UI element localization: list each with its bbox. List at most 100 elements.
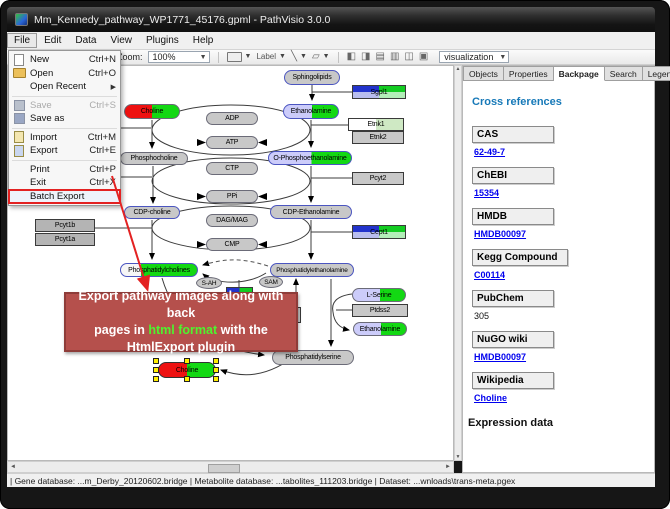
xref-header-wikipedia: Wikipedia	[472, 372, 554, 389]
align-center-y-button[interactable]: ◨	[361, 52, 370, 62]
line-tool-button[interactable]: ╲ ▼	[291, 52, 307, 62]
import-icon	[12, 132, 26, 143]
menu-help[interactable]: Help	[186, 33, 221, 48]
menu-item-export[interactable]: ExportCtrl+E	[9, 144, 120, 158]
menu-item-new[interactable]: NewCtrl+N	[9, 53, 120, 67]
tab-search[interactable]: Search	[605, 66, 643, 81]
callout-line-3: HtmlExport plugin	[127, 339, 235, 356]
side-panel-tabs: Objects Properties Backpage Search Legen…	[463, 66, 654, 81]
node-atp[interactable]: ATP	[206, 136, 258, 149]
xref-link-hmdb[interactable]: HMDB00097	[474, 229, 526, 239]
selection-handle[interactable]	[153, 358, 159, 364]
tab-objects[interactable]: Objects	[463, 66, 504, 81]
tab-properties[interactable]: Properties	[504, 66, 554, 81]
scroll-right-icon[interactable]: ►	[445, 464, 451, 470]
xref-header-nugo: NuGO wiki	[472, 331, 554, 348]
gene-box-cept1[interactable]: Cept1	[352, 225, 406, 239]
node-phosphocholine[interactable]: Phosphocholine	[120, 152, 188, 165]
xref-link-wikipedia[interactable]: Choline	[474, 393, 507, 403]
scroll-down-icon[interactable]: ▼	[456, 454, 461, 460]
scroll-up-icon[interactable]: ▲	[456, 66, 461, 72]
expression-data-heading: Expression data	[468, 417, 651, 429]
scroll-left-icon[interactable]: ◄	[10, 464, 16, 470]
xref-link-cas[interactable]: 62-49-7	[474, 147, 505, 157]
canvas-horizontal-scrollbar[interactable]: ◄ ►	[7, 461, 454, 473]
xref-link-kegg[interactable]: C00114	[474, 270, 505, 280]
gene-box-ptdss2[interactable]: Ptdss2	[352, 304, 408, 317]
common-height-button[interactable]: ▣	[419, 52, 428, 62]
selection-handle[interactable]	[184, 358, 190, 364]
node-adp[interactable]: ADP	[206, 112, 258, 125]
app-icon	[15, 13, 28, 26]
title-bar[interactable]: Mm_Kennedy_pathway_WP1771_45176.gpml - P…	[7, 7, 655, 32]
canvas-vertical-scrollbar[interactable]: ▲ ▼	[454, 65, 462, 461]
menu-item-save-as[interactable]: Save as	[9, 112, 120, 126]
menu-plugins[interactable]: Plugins	[139, 33, 186, 48]
menu-item-open[interactable]: OpenCtrl+O	[9, 67, 120, 81]
window-title: Mm_Kennedy_pathway_WP1771_45176.gpml - P…	[34, 14, 330, 26]
gene-box-pcyt1b[interactable]: Pcyt1b	[35, 219, 95, 232]
node-sphingolipids[interactable]: Sphingolipids	[284, 70, 340, 85]
node-l-serine[interactable]: L-Serine	[352, 288, 406, 302]
menu-item-print[interactable]: PrintCtrl+P	[9, 163, 120, 177]
shape-tool-button[interactable]: ▱ ▼	[312, 52, 330, 62]
common-width-button[interactable]: ◫	[404, 52, 413, 62]
toolbar-separator	[338, 52, 339, 63]
scrollbar-thumb[interactable]	[208, 464, 240, 473]
label-tool-button[interactable]: Label ▼	[256, 52, 286, 62]
callout-highlight: html format	[148, 323, 217, 337]
xref-link-nugo[interactable]: HMDB00097	[474, 352, 526, 362]
chevron-down-icon: ▼	[200, 54, 207, 61]
gene-box-etnk2[interactable]: Etnk2	[352, 131, 404, 144]
node-phosphatidylethanolamine[interactable]: Phosphatidylethanolamine	[270, 263, 354, 277]
node-cdp-choline[interactable]: CDP-choline	[124, 206, 180, 219]
node-cdp-ethanolamine[interactable]: CDP-Ethanolamine	[270, 205, 352, 219]
menu-file[interactable]: File	[7, 33, 37, 48]
selection-handle[interactable]	[153, 367, 159, 373]
label-tool-text: Label	[256, 52, 276, 62]
selection-handle[interactable]	[213, 367, 219, 373]
node-ethanolamine[interactable]: Ethanolamine	[283, 104, 339, 119]
common-height-icon: ▣	[419, 52, 428, 62]
gene-box-pcyt2[interactable]: Pcyt2	[352, 172, 404, 185]
menu-item-save[interactable]: SaveCtrl+S	[9, 99, 120, 113]
distribute-columns-button[interactable]: ▥	[390, 52, 399, 62]
menu-item-exit[interactable]: ExitCtrl+X	[9, 176, 120, 190]
selection-handle[interactable]	[184, 376, 190, 382]
menu-item-batch-export[interactable]: Batch Export	[9, 190, 120, 204]
visualization-combobox[interactable]: visualization ▼	[439, 51, 509, 63]
menu-view[interactable]: View	[103, 33, 139, 48]
gene-box-sgpl1[interactable]: Sgpl1	[352, 85, 406, 99]
tab-backpage[interactable]: Backpage	[554, 66, 605, 81]
node-choline[interactable]: Choline	[124, 104, 180, 119]
node-sam[interactable]: SAM	[259, 276, 283, 288]
zoom-combobox[interactable]: 100% ▼	[148, 51, 210, 63]
node-ethanolamine-2[interactable]: Ethanolamine	[353, 322, 407, 336]
gene-box-pcyt1a[interactable]: Pcyt1a	[35, 233, 95, 246]
gene-box-etnk1[interactable]: Etnk1	[348, 118, 404, 131]
selection-handle[interactable]	[153, 376, 159, 382]
selection-handle[interactable]	[213, 358, 219, 364]
menu-separator	[12, 160, 117, 161]
menu-data[interactable]: Data	[68, 33, 103, 48]
selection-handle[interactable]	[213, 376, 219, 382]
align-center-y-icon: ◨	[361, 52, 370, 62]
menu-item-import[interactable]: ImportCtrl+M	[9, 131, 120, 145]
menu-edit[interactable]: Edit	[37, 33, 68, 48]
toolbar-separator	[218, 52, 219, 63]
menu-item-open-recent[interactable]: Open Recent▶	[9, 80, 120, 94]
node-phosphatidylserine[interactable]: Phosphatidylserine	[272, 350, 354, 365]
align-center-x-button[interactable]: ◧	[347, 52, 356, 62]
xref-link-chebi[interactable]: 15354	[474, 188, 499, 198]
node-dag-mag[interactable]: DAG/MAG	[206, 214, 258, 227]
node-phosphatidylcholines[interactable]: Phosphatidylcholines	[120, 263, 198, 277]
distribute-columns-icon: ▥	[390, 52, 399, 62]
node-cmp[interactable]: CMP	[206, 238, 258, 251]
node-ctp[interactable]: CTP	[206, 162, 258, 175]
gene-product-tool-button[interactable]: ▼	[227, 52, 252, 62]
node-ppi[interactable]: PPi	[206, 190, 258, 203]
xref-value-pubchem: 305	[474, 311, 489, 321]
tab-legend[interactable]: Legend	[643, 66, 670, 81]
node-o-phosphoethanolamine[interactable]: O-Phosphoethanolamine	[268, 151, 352, 165]
distribute-rows-button[interactable]: ▤	[375, 52, 384, 62]
